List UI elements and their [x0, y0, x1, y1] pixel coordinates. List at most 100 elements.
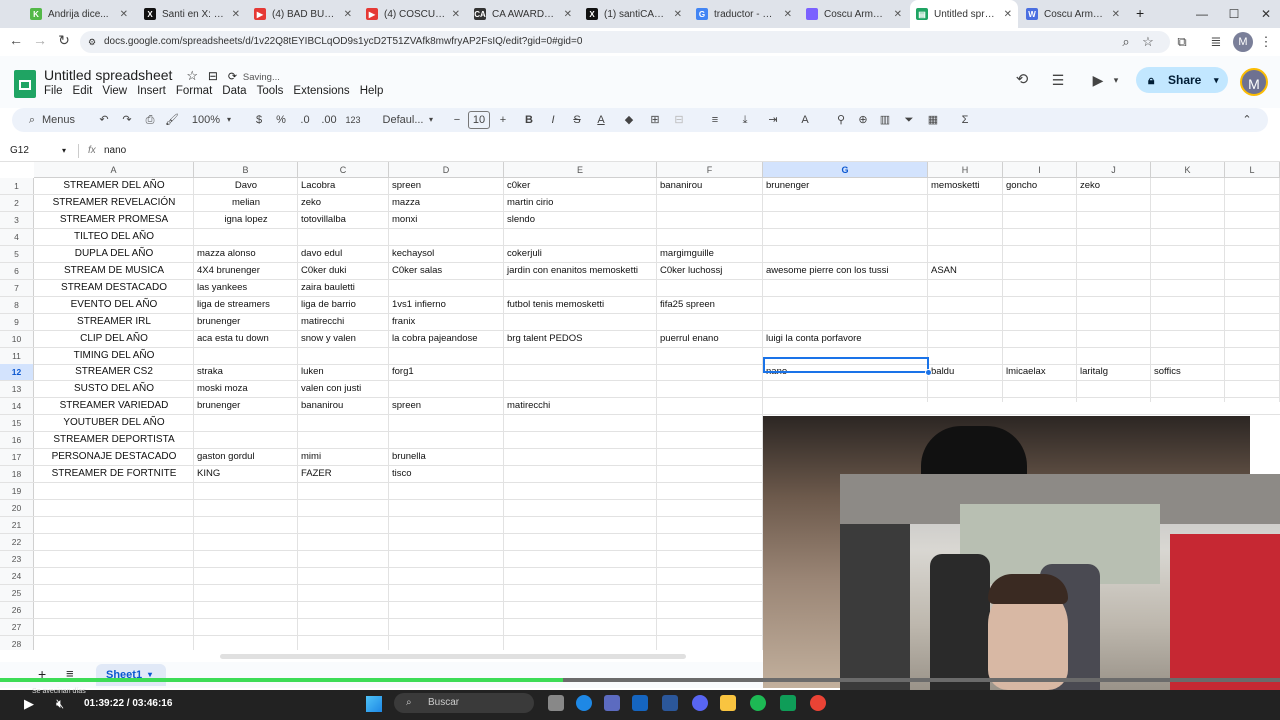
- row-header[interactable]: 9: [0, 314, 34, 330]
- task-view-icon[interactable]: [548, 695, 564, 711]
- insert-comment-icon[interactable]: ⊕: [856, 108, 870, 132]
- cell[interactable]: STREAMER DEL AÑO: [34, 178, 194, 194]
- chrome-icon[interactable]: [810, 695, 826, 711]
- text-color-button[interactable]: A: [594, 108, 608, 132]
- filter-views-icon[interactable]: ▦: [926, 108, 940, 132]
- extensions-icon[interactable]: ⧉: [1172, 32, 1192, 52]
- cell[interactable]: STREAM DESTACADO: [34, 280, 194, 296]
- row-header[interactable]: 5: [0, 246, 34, 262]
- cell[interactable]: bananirou: [657, 178, 702, 194]
- meet-icon[interactable]: ▶: [1088, 70, 1108, 90]
- cell[interactable]: valen con justi: [298, 381, 361, 397]
- cell[interactable]: goncho: [1003, 178, 1037, 194]
- star-icon[interactable]: ☆: [186, 68, 198, 83]
- cell[interactable]: kechaysol: [389, 246, 434, 262]
- row-header[interactable]: 10: [0, 331, 34, 347]
- menu-item[interactable]: View: [102, 85, 127, 97]
- align-vertical-icon[interactable]: ⤓: [738, 108, 752, 132]
- font-size-increase-icon[interactable]: +: [496, 108, 510, 132]
- column-header[interactable]: B: [194, 162, 298, 178]
- version-history-icon[interactable]: ⟲: [1012, 70, 1032, 90]
- cell[interactable]: DUPLA DEL AÑO: [34, 246, 194, 262]
- name-box-dropdown-icon[interactable]: ▾: [62, 140, 66, 162]
- cell[interactable]: luigi la conta porfavore: [763, 331, 862, 347]
- tab-close-icon[interactable]: ✕: [894, 9, 902, 20]
- tab-close-icon[interactable]: ✕: [674, 9, 682, 20]
- bookmark-star-icon[interactable]: ☆: [1138, 32, 1158, 52]
- file-explorer-icon[interactable]: [720, 695, 736, 711]
- cell[interactable]: STREAMER IRL: [34, 314, 194, 330]
- column-header[interactable]: J: [1077, 162, 1151, 178]
- cell[interactable]: gaston gordul: [194, 449, 255, 465]
- close-window-icon[interactable]: ✕: [1250, 0, 1280, 28]
- column-header[interactable]: I: [1003, 162, 1077, 178]
- column-header[interactable]: K: [1151, 162, 1225, 178]
- share-dropdown-icon[interactable]: ▾: [1214, 67, 1219, 93]
- cell[interactable]: Lacobra: [298, 178, 335, 194]
- cell[interactable]: 4X4 brunenger: [194, 263, 260, 279]
- cell[interactable]: bananirou: [298, 398, 343, 414]
- column-header[interactable]: C: [298, 162, 389, 178]
- cell[interactable]: c0ker: [504, 178, 530, 194]
- cell[interactable]: zeko: [1077, 178, 1100, 194]
- cell[interactable]: straka: [194, 364, 223, 380]
- maximize-icon[interactable]: ☐: [1218, 0, 1250, 28]
- cell[interactable]: puerrul enano: [657, 331, 719, 347]
- cell[interactable]: las yankees: [194, 280, 247, 296]
- cell[interactable]: C0ker salas: [389, 263, 442, 279]
- increase-decimal-button[interactable]: .00: [318, 108, 340, 132]
- cell[interactable]: soffics: [1151, 364, 1181, 380]
- sheets-logo-icon[interactable]: [14, 70, 36, 98]
- column-header[interactable]: G: [763, 162, 928, 178]
- merge-cells-icon[interactable]: ⊟: [672, 108, 686, 132]
- cell[interactable]: slendo: [504, 212, 535, 228]
- tab-close-icon[interactable]: ✕: [452, 9, 460, 20]
- tab-close-icon[interactable]: ✕: [344, 9, 352, 20]
- search-menus[interactable]: Menus: [42, 108, 82, 132]
- cell[interactable]: C0ker luchossj: [657, 263, 722, 279]
- cell[interactable]: tisco: [389, 466, 412, 482]
- bold-button[interactable]: B: [522, 108, 536, 132]
- store-icon[interactable]: [604, 695, 620, 711]
- cell[interactable]: STREAMER DEPORTISTA: [34, 432, 194, 448]
- row-header[interactable]: 7: [0, 280, 34, 296]
- cell[interactable]: memosketti: [928, 178, 980, 194]
- cell[interactable]: STREAMER DE FORTNITE: [34, 466, 194, 482]
- meet-dropdown-icon[interactable]: ▾: [1106, 70, 1126, 90]
- cell[interactable]: C0ker duki: [298, 263, 346, 279]
- currency-button[interactable]: $: [252, 108, 266, 132]
- cell[interactable]: 1vs1 infierno: [389, 297, 446, 313]
- tab-close-icon[interactable]: ✕: [120, 9, 128, 20]
- font-size-decrease-icon[interactable]: −: [450, 108, 464, 132]
- cell[interactable]: mimi: [298, 449, 321, 465]
- row-header[interactable]: 4: [0, 229, 34, 245]
- fill-color-icon[interactable]: ◆: [622, 108, 636, 132]
- italic-button[interactable]: I: [546, 108, 560, 132]
- cell[interactable]: matirecchi: [298, 314, 344, 330]
- text-rotation-icon[interactable]: A: [798, 108, 812, 132]
- cell[interactable]: futbol tenis memosketti: [504, 297, 604, 313]
- paint-format-icon[interactable]: 🖌︎: [164, 108, 180, 132]
- zoom-dropdown-icon[interactable]: ▾: [224, 108, 234, 132]
- spotify-icon[interactable]: [750, 695, 766, 711]
- insert-chart-icon[interactable]: ▥: [878, 108, 892, 132]
- row-header[interactable]: 18: [0, 466, 34, 482]
- spreadsheet-grid-right[interactable]: G H I J K Lbrunenger memosketti goncho zeko aweso…: [763, 162, 1280, 416]
- share-button[interactable]: 🔒︎ Share ▾: [1136, 67, 1228, 93]
- cell[interactable]: brunenger: [194, 314, 240, 330]
- browser-tab[interactable]: Gtraductor - Googl... ✕: [690, 0, 798, 28]
- cell[interactable]: CLIP DEL AÑO: [34, 331, 194, 347]
- menu-item[interactable]: Edit: [73, 85, 93, 97]
- account-avatar[interactable]: M: [1240, 68, 1268, 96]
- font-dropdown-icon[interactable]: ▾: [426, 108, 436, 132]
- font-size-input[interactable]: 10: [468, 111, 490, 129]
- cell[interactable]: STREAMER CS2: [34, 364, 194, 380]
- browser-tab[interactable]: ▶ (4) COSCU ARMY... ✕: [360, 0, 466, 28]
- sheet-tab-dropdown-icon[interactable]: ▾: [148, 664, 152, 686]
- forward-icon[interactable]: →: [28, 32, 52, 48]
- cell[interactable]: lmicaelax: [1003, 364, 1046, 380]
- row-header[interactable]: 17: [0, 449, 34, 465]
- print-icon[interactable]: ⎙: [142, 108, 158, 132]
- cell[interactable]: STREAMER REVELACIÓN: [34, 195, 194, 211]
- cell[interactable]: cokerjuli: [504, 246, 542, 262]
